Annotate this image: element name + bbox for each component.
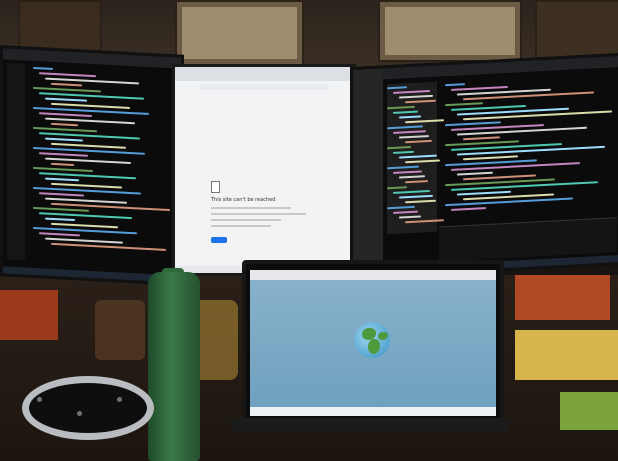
code-line <box>399 194 433 199</box>
code-line <box>463 155 518 161</box>
laptop-base <box>230 418 510 432</box>
code-line <box>387 165 419 170</box>
code-line <box>405 99 436 104</box>
address-bar <box>199 84 329 90</box>
code-line <box>445 102 483 107</box>
code-line <box>387 186 407 190</box>
code-line <box>445 83 465 87</box>
document-error-icon <box>211 181 220 193</box>
code-line <box>457 190 511 196</box>
code-line <box>51 242 166 251</box>
code-line <box>51 162 74 167</box>
code-line <box>393 189 430 194</box>
code-line <box>45 177 79 182</box>
code-line <box>405 159 440 164</box>
code-line <box>399 175 425 179</box>
code-line <box>451 207 486 211</box>
laptop <box>242 260 504 426</box>
code-line <box>39 232 80 237</box>
error-detail-line <box>211 219 281 221</box>
code-line <box>457 171 493 176</box>
error-detail-line <box>211 225 271 227</box>
code-line <box>393 130 426 134</box>
code-line <box>387 145 411 150</box>
file-explorer <box>387 81 444 235</box>
code-line <box>387 125 423 130</box>
code-line <box>405 119 444 124</box>
center-monitor: This site can't be reached <box>172 64 356 276</box>
code-line <box>405 219 444 224</box>
left-monitor <box>0 45 184 286</box>
code-line <box>451 85 508 91</box>
error-detail-line <box>211 207 291 209</box>
code-line <box>399 135 429 139</box>
code-editor-right <box>445 72 613 221</box>
error-title: This site can't be reached <box>211 197 276 203</box>
browser-toolbar <box>250 270 496 280</box>
globe-icon <box>354 322 390 358</box>
line-number-gutter <box>7 62 25 261</box>
code-line <box>387 86 407 90</box>
code-line <box>33 66 53 70</box>
error-detail-line <box>211 213 306 215</box>
code-line <box>393 150 414 154</box>
wall-frame <box>535 0 618 59</box>
right-monitor <box>350 52 618 280</box>
terminal-panel <box>439 217 617 262</box>
desk-object <box>95 300 145 360</box>
code-line <box>399 115 421 119</box>
code-line <box>387 105 415 110</box>
sticky-note <box>560 392 618 430</box>
framed-certificate <box>378 0 522 62</box>
code-line <box>33 206 89 212</box>
code-line <box>399 215 421 219</box>
code-line <box>393 110 418 114</box>
reload-button <box>211 237 227 243</box>
laptop-taskbar <box>250 407 496 416</box>
code-line <box>393 170 422 174</box>
sticky-note <box>515 275 610 320</box>
sticky-note <box>515 330 618 380</box>
green-glass-bottle <box>148 272 200 461</box>
code-line <box>33 166 93 173</box>
sticky-note <box>0 290 58 340</box>
framed-certificate <box>175 0 304 66</box>
code-line <box>399 94 433 99</box>
code-line <box>399 154 437 159</box>
code-line <box>45 217 75 222</box>
code-line <box>39 192 84 197</box>
code-line <box>39 72 96 78</box>
code-line <box>45 137 83 142</box>
code-editor-left <box>33 64 170 270</box>
code-line <box>405 139 432 144</box>
code-line <box>39 152 88 157</box>
code-line <box>405 180 428 184</box>
code-line <box>51 122 78 127</box>
code-line <box>387 205 415 210</box>
browser-toolbar <box>175 67 353 81</box>
file-panel <box>353 68 383 277</box>
code-line <box>393 210 418 214</box>
code-line <box>445 121 501 127</box>
metal-ring <box>22 376 154 440</box>
code-line <box>51 82 82 87</box>
desk-photo-scene: This site can't be reached <box>0 0 618 461</box>
code-line <box>45 97 87 102</box>
code-line <box>405 199 436 204</box>
code-line <box>393 89 430 94</box>
laptop-screen <box>250 270 496 416</box>
code-line <box>39 112 92 117</box>
code-line <box>463 136 500 141</box>
